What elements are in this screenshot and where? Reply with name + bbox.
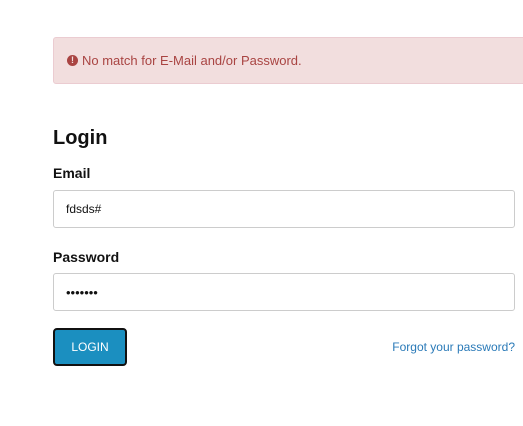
email-label: Email [53, 165, 91, 181]
error-alert: ! No match for E-Mail and/or Password. [53, 37, 523, 84]
forgot-password-link[interactable]: Forgot your password? [392, 340, 515, 354]
password-label: Password [53, 249, 120, 265]
password-field[interactable] [53, 273, 515, 311]
exclamation-circle-icon: ! [67, 55, 78, 66]
login-button[interactable]: LOGIN [53, 328, 127, 366]
error-alert-message: No match for E-Mail and/or Password. [82, 53, 302, 68]
email-field[interactable] [53, 190, 515, 228]
page-title: Login [53, 127, 108, 149]
